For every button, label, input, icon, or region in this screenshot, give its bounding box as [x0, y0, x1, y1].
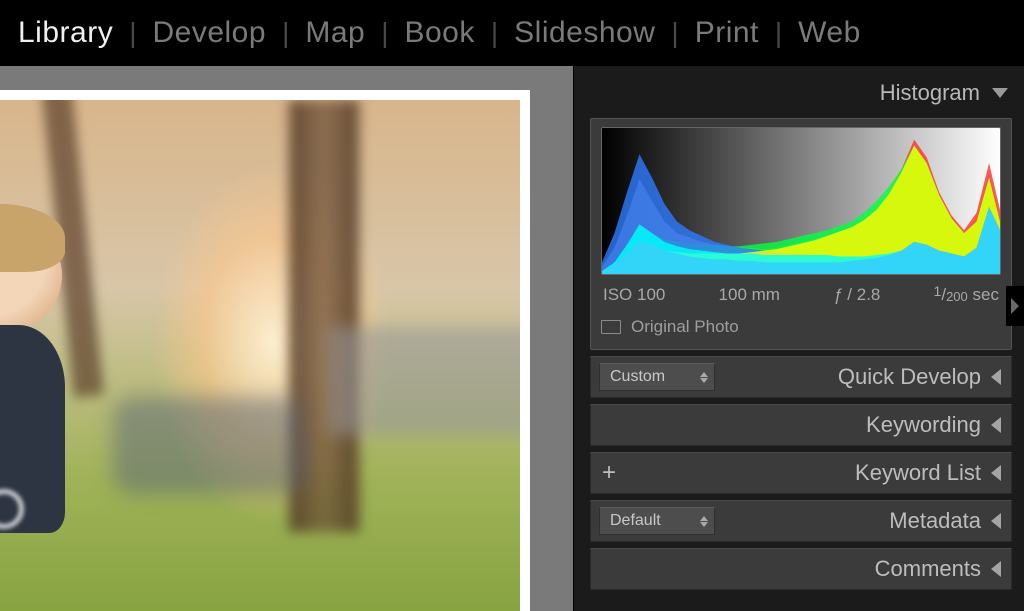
exif-aperture: ƒ / 2.8 [833, 285, 880, 305]
module-separator: | [775, 17, 782, 49]
module-separator: | [671, 17, 678, 49]
module-tab-book[interactable]: Book [404, 16, 474, 50]
panel-header-comments[interactable]: Comments [590, 548, 1012, 590]
main-area: Histogram ISO 100 100 mm ƒ / 2.8 1/200 s… [0, 66, 1024, 611]
module-separator: | [282, 17, 289, 49]
module-separator: | [491, 17, 498, 49]
quick-develop-preset-dropdown[interactable]: Custom [599, 363, 715, 391]
histogram-chart[interactable] [601, 127, 1001, 275]
photo-content [0, 219, 80, 597]
stepper-arrows-icon [700, 372, 708, 383]
panel-header-keywording[interactable]: Keywording [590, 404, 1012, 446]
photo-frame [0, 90, 530, 611]
stepper-arrows-icon [700, 516, 708, 527]
module-tab-map[interactable]: Map [305, 16, 365, 50]
panel-header-metadata[interactable]: Default Metadata [590, 500, 1012, 542]
exif-focal-length: 100 mm [719, 285, 780, 305]
histogram-panel: ISO 100 100 mm ƒ / 2.8 1/200 sec Origina… [590, 118, 1012, 350]
panel-title: Keywording [866, 412, 981, 438]
original-photo-row[interactable]: Original Photo [601, 317, 1001, 339]
dropdown-value: Custom [610, 368, 665, 386]
panel-header-histogram[interactable]: Histogram [590, 74, 1012, 112]
module-separator: | [381, 17, 388, 49]
panel-title: Keyword List [855, 460, 981, 486]
loupe-view[interactable] [0, 66, 573, 611]
module-tab-develop[interactable]: Develop [152, 16, 266, 50]
right-panel-expander[interactable] [1006, 286, 1024, 326]
panel-header-keyword-list[interactable]: + Keyword List [590, 452, 1012, 494]
panel-header-quick-develop[interactable]: Custom Quick Develop [590, 356, 1012, 398]
disclosure-triangle-icon [991, 561, 1001, 577]
original-photo-label: Original Photo [631, 317, 739, 337]
module-tab-print[interactable]: Print [695, 16, 759, 50]
disclosure-triangle-icon [991, 465, 1001, 481]
panel-title: Histogram [880, 80, 980, 106]
disclosure-triangle-icon [991, 417, 1001, 433]
module-separator: | [129, 17, 136, 49]
original-photo-checkbox-icon[interactable] [601, 320, 621, 334]
panel-title: Comments [875, 556, 981, 582]
module-tab-web[interactable]: Web [798, 16, 861, 50]
module-tab-library[interactable]: Library [18, 16, 113, 50]
panel-title: Quick Develop [838, 364, 981, 390]
disclosure-triangle-icon [991, 369, 1001, 385]
disclosure-triangle-icon [991, 513, 1001, 529]
panel-title: Metadata [889, 508, 981, 534]
module-picker: Library | Develop | Map | Book | Slidesh… [0, 0, 1024, 66]
exif-shutter: 1/200 sec [934, 285, 999, 305]
exif-iso: ISO 100 [603, 285, 665, 305]
exif-summary: ISO 100 100 mm ƒ / 2.8 1/200 sec [601, 285, 1001, 305]
add-keyword-button[interactable]: + [599, 459, 619, 487]
disclosure-triangle-icon [992, 88, 1008, 98]
right-panel-group: Histogram ISO 100 100 mm ƒ / 2.8 1/200 s… [573, 66, 1024, 611]
module-tab-slideshow[interactable]: Slideshow [514, 16, 655, 50]
metadata-preset-dropdown[interactable]: Default [599, 507, 715, 535]
photo-content [113, 397, 306, 494]
photo-content [328, 327, 521, 435]
dropdown-value: Default [610, 512, 661, 530]
chevron-right-icon [1011, 298, 1019, 314]
photo-content [0, 100, 520, 611]
